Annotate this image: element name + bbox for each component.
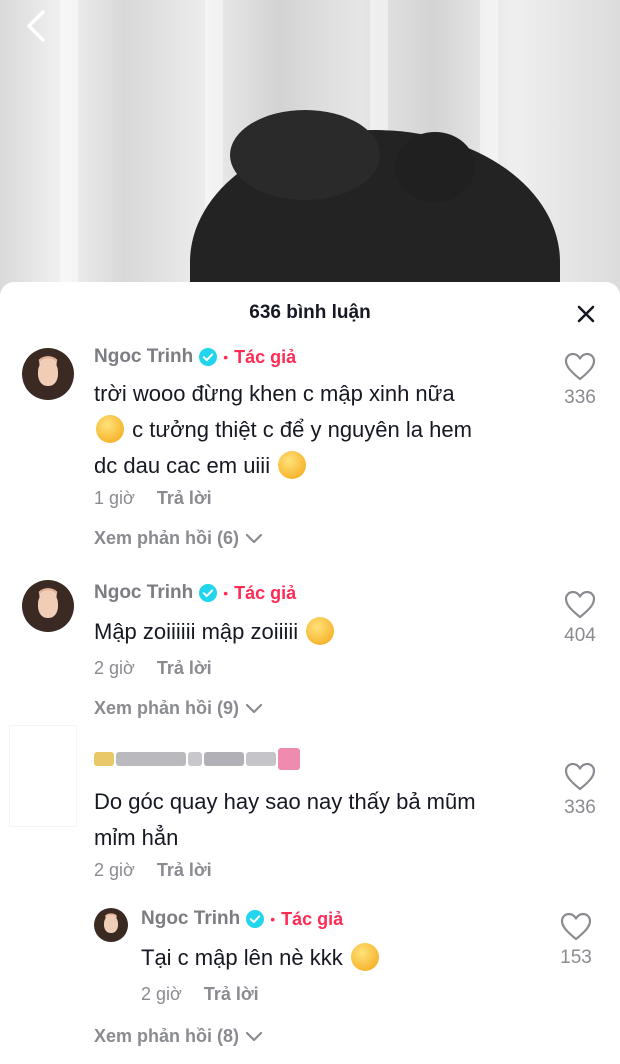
reply-button[interactable]: Trả lời xyxy=(204,984,259,1005)
reply-button[interactable]: Trả lời xyxy=(157,488,212,509)
comment-text-line: trời wooo đừng khen c mập xinh nữa xyxy=(94,381,455,406)
comment-time: 1 giờ xyxy=(94,488,135,508)
comment-header xyxy=(94,748,300,770)
comment-text-line: dc dau cac em uiii xyxy=(94,448,534,484)
comment-text-segment: dc dau cac em uiii xyxy=(94,453,271,478)
verified-icon xyxy=(199,584,218,602)
comment-time: 2 giờ xyxy=(94,658,135,678)
comment-text-segment: c tưởng thiệt c để y nguyên la hem xyxy=(132,417,472,442)
like-button[interactable]: 336 xyxy=(560,352,600,409)
grin-emoji-icon xyxy=(306,617,335,645)
like-button[interactable]: 404 xyxy=(560,590,600,647)
comment-time: 2 giờ xyxy=(94,860,135,880)
like-button[interactable]: 336 xyxy=(560,762,600,819)
like-count: 336 xyxy=(564,387,596,408)
view-replies-button[interactable]: Xem phản hồi (8) xyxy=(94,1026,263,1047)
separator-dot: • xyxy=(223,585,229,601)
like-button[interactable]: 153 xyxy=(556,912,596,969)
comment-meta: 2 giờ Trả lời xyxy=(94,658,212,679)
chevron-down-icon xyxy=(245,1031,263,1041)
heart-icon xyxy=(564,590,596,619)
comment-text: Tại c mập lên nè kkk xyxy=(141,940,541,976)
comment-text-line: Tại c mập lên nè kkk xyxy=(141,940,541,976)
view-replies-label: Xem phản hồi (8) xyxy=(94,1026,240,1046)
comment-header: Ngoc Trinh • Tác giả xyxy=(141,908,343,930)
heart-icon xyxy=(564,762,596,791)
comment-header: Ngoc Trinh • Tác giả xyxy=(94,582,296,604)
comment-meta: 2 giờ Trả lời xyxy=(94,860,212,881)
comment-text-line: Mập zoiiiiii mập zoiiiii xyxy=(94,614,534,650)
view-replies-button[interactable]: Xem phản hồi (6) xyxy=(94,528,263,549)
comment-text: Do góc quay hay sao nay thấy bả mũm mỉm … xyxy=(94,784,534,856)
reply-button[interactable]: Trả lời xyxy=(157,860,212,881)
curtain-fold xyxy=(60,0,78,300)
author-badge: Tác giả xyxy=(234,346,297,367)
back-icon xyxy=(27,10,45,42)
comments-sheet: 636 bình luận Ngoc Trinh • Tác giả trời … xyxy=(0,282,620,1064)
view-replies-label: Xem phản hồi (6) xyxy=(94,528,240,548)
comment-time: 2 giờ xyxy=(141,984,182,1004)
close-button[interactable] xyxy=(574,302,598,326)
sweat-smile-emoji-icon xyxy=(350,943,379,971)
comment-text-line: Do góc quay hay sao nay thấy bả mũm xyxy=(94,789,476,814)
avatar[interactable] xyxy=(22,348,74,400)
username[interactable]: Ngoc Trinh xyxy=(141,908,240,930)
view-replies-label: Xem phản hồi (9) xyxy=(94,698,240,718)
comment-text-line: c tưởng thiệt c để y nguyên la hem xyxy=(94,412,534,448)
comment-meta: 2 giờ Trả lời xyxy=(141,984,259,1005)
comment-meta: 1 giờ Trả lời xyxy=(94,488,212,509)
video-background xyxy=(0,0,620,300)
username[interactable]: Ngoc Trinh xyxy=(94,582,193,604)
verified-icon xyxy=(246,910,265,928)
reply-button[interactable]: Trả lời xyxy=(157,658,212,679)
woozy-emoji-icon xyxy=(278,451,307,479)
sheet-header: 636 bình luận xyxy=(0,282,620,346)
comment-text-segment: Mập zoiiiiii mập zoiiiii xyxy=(94,619,299,644)
verified-icon xyxy=(199,348,218,366)
like-count: 336 xyxy=(564,797,596,818)
like-count: 404 xyxy=(564,625,596,646)
separator-dot: • xyxy=(223,349,229,365)
blurred-username[interactable] xyxy=(94,748,300,770)
separator-dot: • xyxy=(270,911,276,927)
heart-icon xyxy=(564,352,596,381)
flushed-emoji-icon xyxy=(96,415,124,443)
chevron-down-icon xyxy=(245,703,263,713)
view-replies-button[interactable]: Xem phản hồi (9) xyxy=(94,698,263,719)
video-subject-hair xyxy=(395,132,475,202)
comment-text: Mập zoiiiiii mập zoiiiii xyxy=(94,614,534,650)
heart-icon xyxy=(560,912,592,941)
comment-header: Ngoc Trinh • Tác giả xyxy=(94,346,296,368)
close-icon xyxy=(577,305,595,323)
avatar[interactable] xyxy=(94,908,128,942)
back-button[interactable] xyxy=(18,8,54,44)
author-badge: Tác giả xyxy=(281,908,344,929)
comment-text-line: mỉm hẳn xyxy=(94,825,179,850)
username[interactable]: Ngoc Trinh xyxy=(94,346,193,368)
comment-text: trời wooo đừng khen c mập xinh nữa c tưở… xyxy=(94,376,534,484)
chevron-down-icon xyxy=(245,533,263,543)
like-count: 153 xyxy=(560,947,592,968)
comment-count-title: 636 bình luận xyxy=(249,302,371,323)
comment-text-segment: Tại c mập lên nè kkk xyxy=(141,945,343,970)
author-badge: Tác giả xyxy=(234,582,297,603)
avatar[interactable] xyxy=(22,580,74,632)
video-subject-hair xyxy=(230,110,380,200)
avatar[interactable] xyxy=(10,726,76,826)
